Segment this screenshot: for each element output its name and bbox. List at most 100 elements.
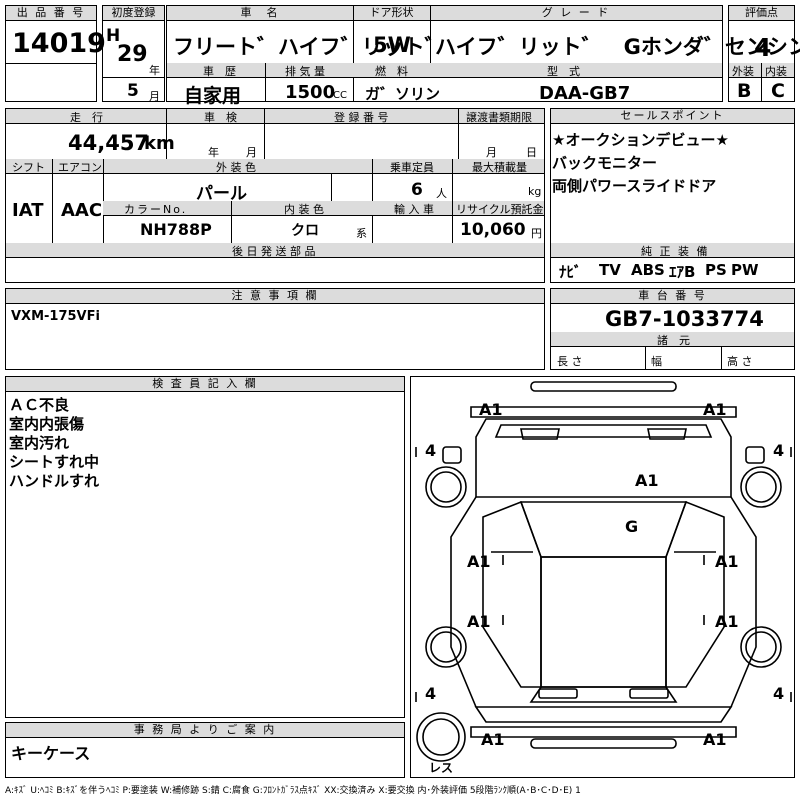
mark-right-door-front: A1 <box>715 552 739 571</box>
spare-tire: レス <box>429 761 454 775</box>
height-label: 高 さ <box>727 355 753 368</box>
equipment-navi: ﾅﾋﾞ <box>559 263 582 281</box>
interior-grade: C <box>771 80 785 102</box>
length-label: 長 さ <box>557 355 583 368</box>
equipment-ps: PS <box>705 261 727 279</box>
equipment-abs: ABS <box>631 261 665 279</box>
mark-hood: A1 <box>635 471 659 490</box>
sales-point-2: バックモニター <box>552 154 658 172</box>
recycle-label: リサイクル預託金 <box>456 203 544 216</box>
registration-year: 29 <box>117 42 148 67</box>
interior-label: 内装 <box>765 65 787 78</box>
registration-month: 5 <box>127 81 139 101</box>
air-conditioner: AAC <box>61 200 103 221</box>
office-text: キーケース <box>11 744 91 763</box>
reg-no-label: 登 録 番 号 <box>334 111 389 124</box>
inspector-note-5: ハンドルすれ <box>9 472 100 490</box>
mark-left-door-rear: A1 <box>467 612 491 631</box>
door-label: ドア形状 <box>353 6 430 21</box>
recycle-fee-unit: 円 <box>531 227 542 240</box>
shift-label: シフト <box>12 161 45 174</box>
month-unit: 月 <box>149 90 160 103</box>
legend: A:ｷｽﾞ U:ﾍｺﾐ B:ｷｽﾞを伴うﾍｺﾐ P:要塗装 W:補修跡 S:錆 … <box>5 786 581 796</box>
chassis-box: 車 台 番 号 GB7-1033774 諸 元 長 さ 幅 高 さ <box>550 288 795 370</box>
ac-label: エアコン <box>58 161 102 174</box>
mileage-label: 走 行 <box>70 111 103 124</box>
car-info-box: 車 名 ドア形状 グ レ ー ド フリート゛ハイフ゛リット゛ 5W ハイフ゛リッ… <box>166 5 800 107</box>
interior-color-unit: 系 <box>356 227 367 240</box>
equipment-label: 純 正 装 備 <box>641 245 710 258</box>
mark-rear-right: A1 <box>703 730 727 749</box>
int-color-label: 内 装 色 <box>284 203 324 216</box>
lot-number: 14019 <box>12 28 106 59</box>
transfer-day-unit: 日 <box>526 146 537 159</box>
width-label: 幅 <box>651 355 662 368</box>
displacement-label: 排 気 量 <box>285 65 325 78</box>
equipment-pw: PW <box>731 261 759 279</box>
car-name-label: 車 名 <box>167 6 353 21</box>
color-label: 外 装 色 <box>216 161 256 174</box>
tire-rear-right: 4 <box>773 684 785 703</box>
tire-front-right: 4 <box>773 441 785 460</box>
score-label: 評価点 <box>729 6 794 21</box>
sales-point-1: ★オークションデビュー★ <box>552 131 729 149</box>
mark-right-door-rear: A1 <box>715 612 739 631</box>
color-no-label: カラーNo. <box>124 203 188 216</box>
max-load-label: 最大積載量 <box>472 161 527 174</box>
inspector-note-3: 室内汚れ <box>9 434 70 452</box>
mileage: 44,457 <box>68 131 150 155</box>
fuel-label: 燃 料 <box>375 65 408 78</box>
max-load-unit: kg <box>528 185 542 198</box>
exterior-grade: B <box>737 80 752 102</box>
displacement-unit: CC <box>333 90 347 101</box>
office-box: 事 務 局 よ り ご 案 内 キーケース <box>5 722 405 778</box>
grade-label: グ レ ー ド <box>430 6 722 21</box>
lot-number-label: 出 品 番 号 <box>6 6 96 21</box>
mark-front-right: A1 <box>703 400 727 419</box>
history-label: 車 歴 <box>203 65 236 78</box>
first-registration-label: 初度登録 <box>103 6 164 21</box>
score-box: 評価点 4 外装 内装 B C <box>728 5 795 102</box>
mileage-unit: km <box>144 133 175 154</box>
exterior-label: 外装 <box>732 65 754 78</box>
model: DAA-GB7 <box>539 83 631 104</box>
equipment-airbag: ｴｱB <box>669 263 696 281</box>
inspector-box: 検 査 員 記 入 欄 ＡＣ不良 室内内張傷 室内汚れ シートすれ中 ハンドルす… <box>5 376 405 718</box>
overall-score: 4 <box>754 33 772 62</box>
equipment-tv: TV <box>599 261 621 279</box>
shift: IAT <box>12 200 44 221</box>
notes-label: 注 意 事 項 欄 <box>6 289 544 304</box>
notes-box: 注 意 事 項 欄 VXM-175VFi <box>5 288 545 370</box>
inspection-label: 車 検 <box>204 111 237 124</box>
inspection-month-unit: 月 <box>246 146 257 159</box>
office-label: 事 務 局 よ り ご 案 内 <box>6 723 404 738</box>
chassis-number: GB7-1033774 <box>605 307 764 331</box>
inspector-note-2: 室内内張傷 <box>9 415 85 433</box>
model-label: 型 式 <box>547 65 580 78</box>
capacity-unit: 人 <box>436 187 447 200</box>
capacity-label: 乗車定員 <box>390 161 434 174</box>
damage-diagram: A1 A1 A1 G A1 A1 A1 A1 A1 A1 4 4 4 4 レス <box>410 376 795 778</box>
sales-point-3: 両側パワースライドドア <box>552 177 717 195</box>
color-number: NH788P <box>140 220 212 239</box>
sales-points-label: セールスポイント <box>551 109 794 124</box>
inspector-note-1: ＡＣ不良 <box>9 396 70 414</box>
mark-rear-left: A1 <box>481 730 505 749</box>
specs-label: 諸 元 <box>657 334 690 347</box>
chassis-label: 車 台 番 号 <box>551 289 794 304</box>
vehicle-detail-box: 走 行 車 検 登 録 番 号 譲渡書類期限 44,457 km 年 月 月 日… <box>5 108 545 283</box>
vehicle-history: 自家用 <box>184 85 242 107</box>
car-outline-drawing <box>415 381 792 762</box>
interior-color: クロ <box>291 223 319 239</box>
inspector-label: 検 査 員 記 入 欄 <box>6 377 404 392</box>
recycle-fee: 10,060 <box>460 220 526 240</box>
notes-text: VXM-175VFi <box>11 309 100 324</box>
mark-windshield: G <box>625 517 639 536</box>
first-registration-box: 初度登録 H 29 年 5 月 <box>102 5 165 103</box>
parts-label: 後 日 発 送 部 品 <box>232 245 316 258</box>
import-label: 輸 入 車 <box>394 203 434 216</box>
sales-points-box: セールスポイント ★オークションデビュー★ バックモニター 両側パワースライドド… <box>550 108 795 283</box>
transfer-label: 譲渡書類期限 <box>466 111 532 124</box>
lot-number-box: 出 品 番 号 14019 <box>5 5 106 102</box>
year-unit: 年 <box>149 64 160 77</box>
